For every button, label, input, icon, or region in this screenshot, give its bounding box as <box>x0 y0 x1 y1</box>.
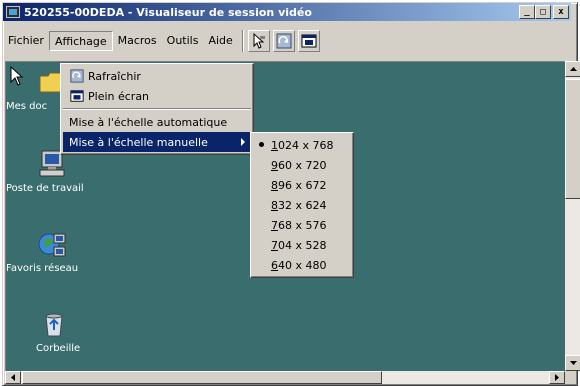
title-bar[interactable]: 520255-00DEDA - Visualiseur de session v… <box>3 3 571 21</box>
horizontal-scroll-thumb[interactable] <box>22 371 382 384</box>
window-title: 520255-00DEDA - Visualiseur de session v… <box>24 5 312 19</box>
fullscreen-icon <box>301 34 317 48</box>
menu-item-label: Plein écran <box>88 89 150 103</box>
menu-item-rafraichir[interactable]: Rafraîchir <box>63 66 251 86</box>
vertical-scroll-thumb[interactable] <box>565 79 580 199</box>
toolbar-separator <box>241 30 244 52</box>
app-monitor-icon <box>6 6 20 18</box>
desktop-icon-label: Mes doc <box>6 101 48 112</box>
scale-option-accelerator: 8 <box>271 198 278 212</box>
vertical-scrollbar[interactable] <box>565 61 580 371</box>
scroll-right-button[interactable] <box>549 371 565 384</box>
menu-item-mise-a-echelle-auto[interactable]: Mise à l'échelle automatique <box>63 112 251 132</box>
desktop-icon-corbeille[interactable]: Corbeille <box>36 308 126 354</box>
close-button[interactable]: x <box>553 5 569 19</box>
refresh-icon <box>276 33 292 49</box>
scale-option-accelerator: 9 <box>271 158 278 172</box>
menu-item-mise-a-echelle-manuelle[interactable]: Mise à l'échelle manuelle <box>63 132 251 152</box>
menu-bar: Fichier Affichage Macros Outils Aide <box>3 23 571 59</box>
fullscreen-tool-button[interactable] <box>297 30 320 52</box>
submenu-arrow-icon <box>241 138 245 146</box>
scale-option-accelerator: 8 <box>271 178 278 192</box>
scale-option-1024x768[interactable]: 1 024 x 768 <box>253 135 351 155</box>
menu-macros[interactable]: Macros <box>113 31 162 51</box>
arrow-down-icon <box>569 361 577 365</box>
recycle-bin-icon <box>38 308 70 340</box>
scroll-up-button[interactable] <box>565 61 580 77</box>
menu-fichier[interactable]: Fichier <box>3 31 49 51</box>
affichage-dropdown: Rafraîchir Plein écran Mise à l'échelle … <box>60 63 254 155</box>
scale-option-label: 40 x 480 <box>278 258 327 272</box>
scale-option-label: 68 x 576 <box>278 218 327 232</box>
menu-item-plein-ecran[interactable]: Plein écran <box>63 86 251 106</box>
scale-option-label: 024 x 768 <box>278 138 334 152</box>
scale-submenu: 1 024 x 768 9 60 x 720 8 96 x 672 8 32 x 624… <box>250 132 354 278</box>
scale-option-896x672[interactable]: 8 96 x 672 <box>253 175 351 195</box>
pointer-cursor-icon <box>253 33 265 49</box>
scale-option-label: 96 x 672 <box>278 178 327 192</box>
arrow-up-icon <box>569 67 577 71</box>
scale-option-704x528[interactable]: 7 04 x 528 <box>253 235 351 255</box>
minimize-button[interactable]: _ <box>519 5 535 19</box>
menu-item-label: Mise à l'échelle manuelle <box>69 135 208 149</box>
scale-option-accelerator: 6 <box>271 258 278 272</box>
scroll-down-button[interactable] <box>565 355 580 371</box>
menu-item-label: Rafraîchir <box>88 69 141 83</box>
menu-aide[interactable]: Aide <box>203 31 237 51</box>
maximize-button[interactable]: □ <box>535 5 551 19</box>
desktop-icon-label: Corbeille <box>36 343 81 354</box>
scale-option-accelerator: 7 <box>271 238 278 252</box>
menu-affichage[interactable]: Affichage <box>48 31 113 51</box>
scale-option-label: 04 x 528 <box>278 238 327 252</box>
desktop-icon-label: Favoris réseau <box>6 263 79 274</box>
refresh-icon <box>69 68 85 84</box>
desktop-icon-label: Poste de travail <box>6 183 84 194</box>
horizontal-scrollbar[interactable] <box>5 371 565 384</box>
arrow-left-icon <box>11 374 15 381</box>
selected-bullet-icon <box>259 142 264 147</box>
scale-option-640x480[interactable]: 6 40 x 480 <box>253 255 351 275</box>
cursor-tool-button[interactable] <box>247 30 270 52</box>
scale-option-accelerator: 7 <box>271 218 278 232</box>
scale-option-832x624[interactable]: 8 32 x 624 <box>253 195 351 215</box>
scale-option-768x576[interactable]: 7 68 x 576 <box>253 215 351 235</box>
scroll-left-button[interactable] <box>5 371 21 384</box>
scale-option-label: 60 x 720 <box>278 158 327 172</box>
refresh-tool-button[interactable] <box>272 30 295 52</box>
menu-outils[interactable]: Outils <box>162 31 204 51</box>
network-globe-icon <box>36 228 68 260</box>
scale-option-accelerator: 1 <box>271 138 278 152</box>
scale-option-960x720[interactable]: 9 60 x 720 <box>253 155 351 175</box>
fullscreen-icon <box>69 88 85 104</box>
desktop-icon-favoris-reseau[interactable]: Favoris réseau <box>6 228 96 274</box>
arrow-right-icon <box>555 374 559 381</box>
menu-separator <box>63 108 251 110</box>
menu-item-label: Mise à l'échelle automatique <box>69 115 228 129</box>
scale-option-label: 32 x 624 <box>278 198 327 212</box>
